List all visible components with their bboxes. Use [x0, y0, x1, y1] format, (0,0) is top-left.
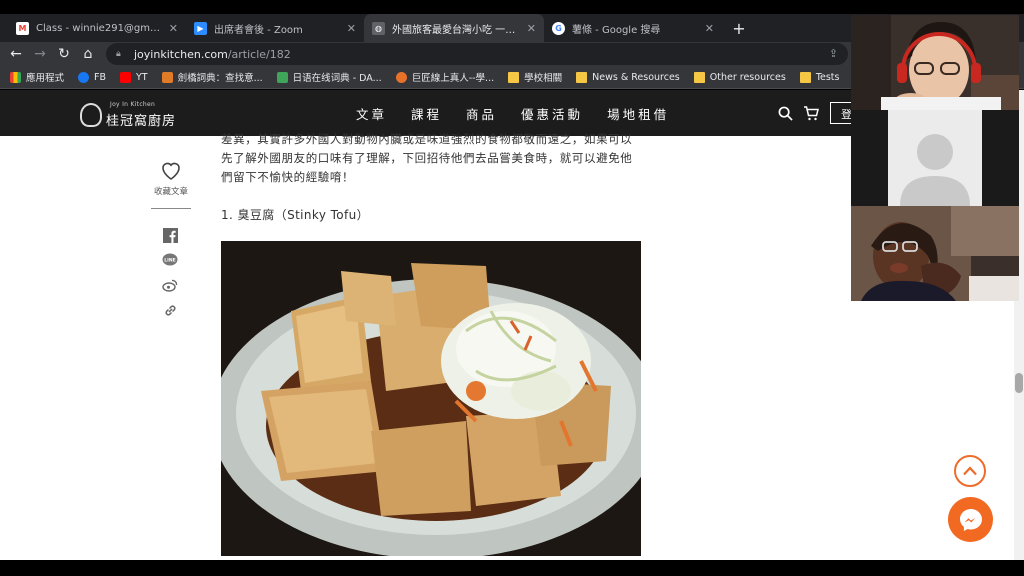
- folder-icon: [576, 71, 588, 83]
- dict-icon: [276, 71, 288, 83]
- back-arrow-icon[interactable]: ←: [6, 44, 26, 64]
- close-icon[interactable]: ✕: [347, 22, 356, 35]
- bookmark-label: News & Resources: [592, 71, 680, 83]
- tab-article[interactable]: ◍ 外國旅客最愛台灣小吃 一試就上 ✕: [364, 14, 544, 42]
- tab-title: 外國旅客最愛台灣小吃 一試就上: [392, 24, 521, 36]
- article-body: 差異，其實許多外國人對動物內臟或是味道強烈的食物都敬而遠之，如果可以先了解外國朋…: [221, 130, 641, 225]
- gmail-icon: M: [16, 21, 29, 35]
- close-icon[interactable]: ✕: [705, 22, 714, 35]
- folder-icon: [508, 71, 520, 83]
- bookmark-label: 應用程式: [26, 73, 65, 84]
- main-nav: 文章 課程 商品 優惠活動 場地租借: [356, 104, 693, 123]
- section-heading: 1. 臭豆腐（Stinky Tofu）: [221, 208, 370, 222]
- article-paragraph: 差異，其實許多外國人對動物內臟或是味道強烈的食物都敬而遠之，如果可以先了解外國朋…: [221, 132, 633, 184]
- nav-item-promotions[interactable]: 優惠活動: [521, 104, 583, 123]
- nav-item-venue-rental[interactable]: 場地租借: [607, 104, 669, 123]
- bookmark-label: 巨匠線上真人--學...: [411, 73, 495, 84]
- line-share-icon[interactable]: LINE: [162, 252, 178, 268]
- bookmark-fb[interactable]: FB: [78, 71, 106, 83]
- home-icon[interactable]: ⌂: [78, 44, 98, 64]
- divider: [151, 208, 191, 209]
- lock-icon: 🔒︎: [116, 49, 121, 59]
- apps-grid-icon: [10, 71, 21, 83]
- bookmark-school[interactable]: 巨匠線上真人--學...: [395, 70, 495, 84]
- close-icon[interactable]: ✕: [527, 22, 536, 35]
- bookmark-apps[interactable]: 應用程式: [10, 70, 64, 84]
- zoom-icon: ▶: [194, 21, 207, 35]
- site-logo[interactable]: Joy In Kitchen 桂冠窩廚房: [80, 100, 176, 129]
- messenger-chat-button[interactable]: [948, 497, 993, 542]
- favorite-label: 收藏文章: [153, 187, 188, 197]
- scrollbar-thumb[interactable]: [1015, 373, 1023, 393]
- article-sidebar: 收藏文章: [150, 158, 192, 209]
- nav-item-articles[interactable]: 文章: [356, 104, 387, 123]
- stinky-tofu-photo: [221, 241, 641, 556]
- facebook-icon: [78, 71, 90, 83]
- folder-icon: [799, 71, 811, 83]
- logo-english: Joy In Kitchen: [110, 101, 156, 108]
- bookmark-cambridge[interactable]: 劍橋詞典：查找意...: [161, 70, 263, 84]
- bookmark-label: Tests: [815, 71, 840, 83]
- address-bar[interactable]: 🔒︎ joyinkitchen.com/article/182 ⇪: [106, 43, 848, 65]
- svg-text:LINE: LINE: [164, 257, 175, 263]
- bookmark-folder[interactable]: Tests: [799, 71, 840, 83]
- facebook-share-icon[interactable]: [162, 227, 178, 243]
- tab-title: Class - winnie291@gmail.com: [36, 22, 163, 34]
- screen: M Class - winnie291@gmail.com ✕ ▶ 出席者會後 …: [0, 0, 1024, 576]
- share-icon[interactable]: ⇪: [829, 47, 838, 60]
- bookmark-folder[interactable]: 學校相關: [508, 70, 562, 84]
- nav-item-courses[interactable]: 課程: [411, 104, 442, 123]
- bookmark-label: 日语在线词典 - DA...: [292, 73, 382, 84]
- tab-title: 出席者會後 - Zoom: [214, 24, 303, 36]
- url-path: /article/182: [227, 47, 291, 61]
- chevron-up-icon: [963, 466, 977, 476]
- tab-gmail[interactable]: M Class - winnie291@gmail.com ✕: [8, 14, 186, 42]
- logo-mark-icon: [80, 102, 102, 127]
- bookmark-label: Other resources: [709, 71, 786, 83]
- zoom-video-participant-2[interactable]: [851, 110, 1019, 206]
- default-avatar-icon: [888, 110, 982, 206]
- weibo-share-icon[interactable]: [162, 277, 178, 293]
- tab-zoom[interactable]: ▶ 出席者會後 - Zoom ✕: [186, 14, 364, 42]
- youtube-icon: [120, 71, 131, 83]
- logo-chinese: 桂冠窩廚房: [106, 114, 177, 129]
- scroll-to-top-button[interactable]: [954, 455, 986, 487]
- school-icon: [395, 71, 407, 83]
- globe-icon: ◍: [372, 21, 385, 35]
- bottom-bar: [0, 560, 1024, 576]
- cambridge-icon: [161, 71, 173, 83]
- forward-arrow-icon[interactable]: →: [30, 44, 50, 64]
- reload-icon[interactable]: ↻: [54, 44, 74, 64]
- bookmark-label: 學校相關: [524, 73, 563, 84]
- google-icon: G: [552, 21, 565, 35]
- zoom-video-participant-1[interactable]: [851, 15, 1019, 110]
- folder-icon: [693, 71, 705, 83]
- tab-title: 薯條 - Google 搜尋: [572, 24, 661, 36]
- bookmark-dict[interactable]: 日语在线词典 - DA...: [276, 70, 382, 84]
- close-icon[interactable]: ✕: [169, 22, 178, 35]
- bookmark-label: YT: [136, 71, 148, 83]
- bookmark-label: FB: [94, 71, 106, 83]
- tab-google[interactable]: G 薯條 - Google 搜尋 ✕: [544, 14, 722, 42]
- heart-icon[interactable]: [159, 158, 183, 182]
- bookmark-folder[interactable]: Other resources: [693, 71, 786, 83]
- zoom-video-participant-3[interactable]: [851, 206, 1019, 301]
- new-tab-button[interactable]: +: [728, 17, 750, 39]
- bookmark-yt[interactable]: YT: [120, 71, 148, 83]
- link-icon[interactable]: [162, 302, 178, 318]
- cart-icon[interactable]: [802, 104, 820, 122]
- nav-item-products[interactable]: 商品: [466, 104, 497, 123]
- messenger-icon: [959, 508, 982, 531]
- search-icon[interactable]: [776, 104, 794, 122]
- bookmark-folder[interactable]: News & Resources: [576, 71, 680, 83]
- url-host: joyinkitchen.com: [134, 47, 228, 61]
- bookmark-label: 劍橋詞典：查找意...: [177, 73, 263, 84]
